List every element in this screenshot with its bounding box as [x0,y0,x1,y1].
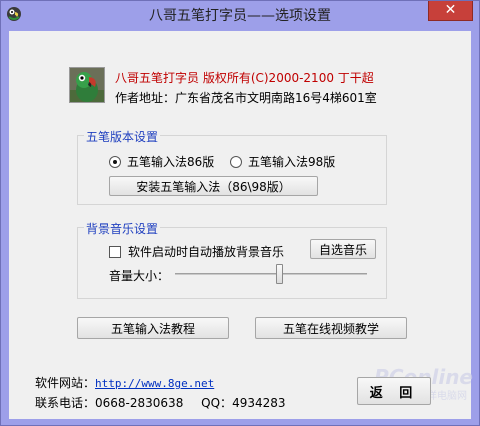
choose-music-button[interactable]: 自选音乐 [310,239,376,259]
close-button[interactable]: ✕ [428,1,473,21]
music-settings-group: 背景音乐设置 [77,220,387,299]
website-line: 软件网站：http://www.8ge.net [35,374,214,391]
contact-line: 联系电话：0668-2830638 QQ：4934283 [35,394,286,411]
parrot-logo-image [69,67,105,103]
copyright-text: 八哥五笔打字员 版权所有(C)2000-2100 丁干超 [115,71,374,85]
autoplay-check-indicator[interactable] [109,245,121,258]
back-button[interactable]: 返 回 [357,377,431,405]
title-bar[interactable]: 八哥五笔打字员——选项设置 ✕ [1,1,479,28]
autoplay-music-checkbox[interactable]: 软件启动时自动播放背景音乐 [109,243,284,260]
website-label: 软件网站： [35,376,96,390]
install-wubi-button[interactable]: 安装五笔输入法（86\98版） [109,176,318,196]
radio-98-indicator[interactable] [230,155,242,168]
online-video-tutorial-button[interactable]: 五笔在线视频教学 [255,317,407,339]
radio-98-version[interactable]: 五笔输入法98版 [230,153,335,170]
autoplay-label: 软件启动时自动播放背景音乐 [128,245,285,259]
window-title: 八哥五笔打字员——选项设置 [149,8,331,24]
version-group-label: 五笔版本设置 [84,128,161,145]
qq-number: 4934283 [232,396,286,410]
website-link[interactable]: http://www.8ge.net [95,377,214,390]
radio-98-label: 五笔输入法98版 [248,155,336,169]
volume-slider-thumb[interactable] [275,264,283,284]
radio-86-indicator[interactable] [109,155,121,168]
author-address-text: 作者地址：广东省茂名市文明南路16号4梯601室 [115,91,377,105]
qq-label: QQ： [201,396,233,410]
phone-label: 联系电话： [35,396,96,410]
volume-label: 音量大小： [109,269,170,283]
wubi-tutorial-button[interactable]: 五笔输入法教程 [77,317,229,339]
radio-86-version[interactable]: 五笔输入法86版 [109,153,214,170]
radio-86-label: 五笔输入法86版 [127,155,215,169]
options-window: 八哥五笔打字员——选项设置 ✕ 八哥五笔打字员 版权所有(C)2000-2100… [0,0,480,426]
music-group-label: 背景音乐设置 [84,220,161,237]
phone-number: 0668-2830638 [95,396,184,410]
volume-slider-track[interactable] [175,273,367,275]
